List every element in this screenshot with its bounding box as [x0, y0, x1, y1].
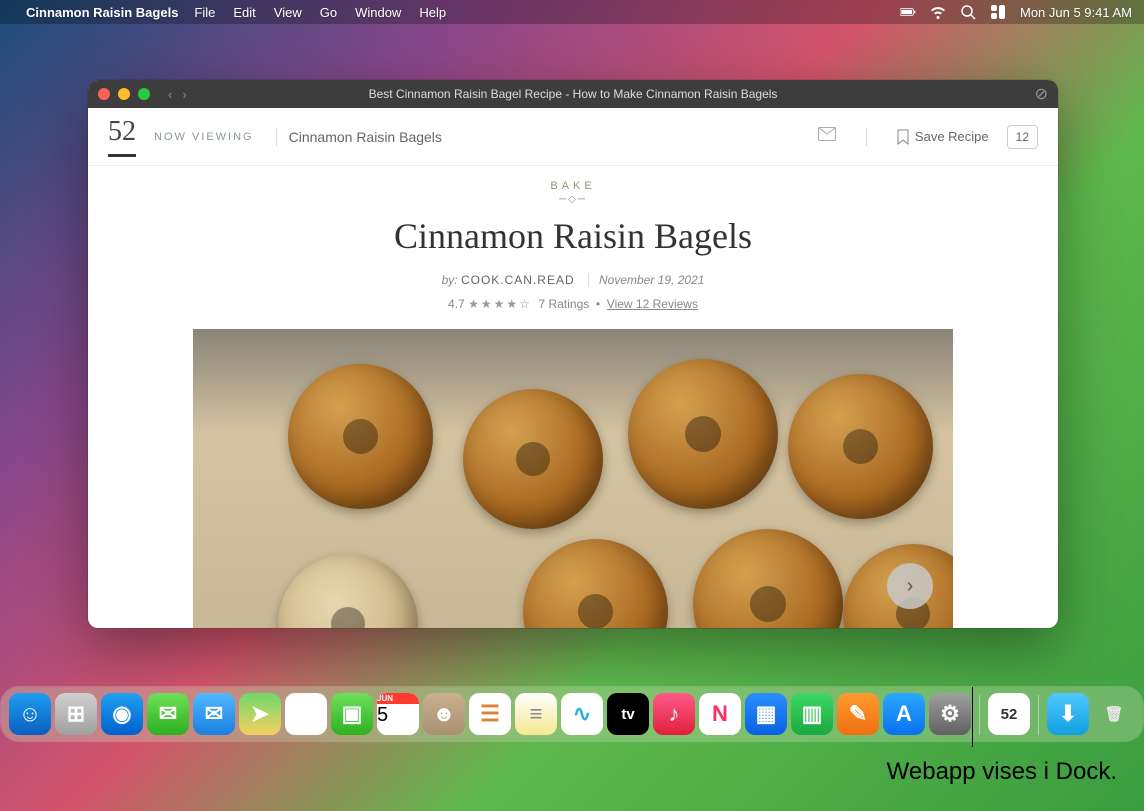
dock-icon-news[interactable]: N: [699, 693, 741, 735]
app-window: ‹ › Best Cinnamon Raisin Bagel Recipe - …: [88, 80, 1058, 628]
menu-help[interactable]: Help: [419, 5, 446, 20]
recipe-title: Cinnamon Raisin Bagels: [88, 215, 1058, 257]
dock-icon-settings[interactable]: ⚙: [929, 693, 971, 735]
dock-icon-downloads[interactable]: ⬇: [1047, 693, 1089, 735]
dock-icon-contacts[interactable]: ☻: [423, 693, 465, 735]
dock-icon-safari[interactable]: ◉: [101, 693, 143, 735]
view-reviews-link[interactable]: View 12 Reviews: [607, 297, 698, 311]
by-label: by:: [442, 273, 458, 287]
callout-line: [972, 687, 973, 747]
prohibit-icon[interactable]: ⊘: [1035, 84, 1048, 104]
menu-go[interactable]: Go: [320, 5, 337, 20]
dock-icon-keynote[interactable]: ▦: [745, 693, 787, 735]
stars-icon: ★★★★☆: [468, 297, 532, 311]
dock-icon-facetime[interactable]: ▣: [331, 693, 373, 735]
traffic-lights: [98, 88, 150, 100]
dock-separator: [1038, 695, 1039, 735]
dock-icon-music[interactable]: ♪: [653, 693, 695, 735]
close-button[interactable]: [98, 88, 110, 100]
divider: [866, 128, 867, 146]
recipe-content: BAKE ─◇─ Cinnamon Raisin Bagels by: COOK…: [88, 166, 1058, 628]
dock-icon-mail[interactable]: ✉: [193, 693, 235, 735]
control-center-icon[interactable]: [990, 4, 1006, 20]
menu-window[interactable]: Window: [355, 5, 401, 20]
site-logo[interactable]: 52: [108, 116, 136, 157]
dock-icon-numbers[interactable]: ▥: [791, 693, 833, 735]
publish-date: November 19, 2021: [588, 273, 704, 287]
dock-icon-reminders[interactable]: ☰: [469, 693, 511, 735]
mail-icon[interactable]: [818, 127, 836, 146]
dock-icon-calendar[interactable]: JUN5: [377, 693, 419, 735]
comment-count-badge[interactable]: 12: [1007, 125, 1038, 149]
dock-icon-launchpad[interactable]: ⊞: [55, 693, 97, 735]
dock-icon-trash[interactable]: 🗑: [1093, 693, 1135, 735]
rating-row: 4.7 ★★★★☆ 7 Ratings • View 12 Reviews: [88, 297, 1058, 311]
breadcrumb-recipe: Cinnamon Raisin Bagels: [289, 129, 442, 145]
byline: by: COOK.CAN.READ November 19, 2021: [88, 273, 1058, 287]
divider: [276, 128, 277, 146]
bullet: •: [596, 297, 600, 311]
dock-icon-tv[interactable]: tv: [607, 693, 649, 735]
recipe-hero-image: ›: [193, 329, 953, 628]
dock-icon-finder[interactable]: ☺: [9, 693, 51, 735]
author-name[interactable]: COOK.CAN.READ: [461, 273, 575, 287]
dock-icon-pages[interactable]: ✎: [837, 693, 879, 735]
wifi-icon[interactable]: [930, 4, 946, 20]
save-recipe-label: Save Recipe: [915, 129, 989, 144]
dock-icon-messages[interactable]: ✉: [147, 693, 189, 735]
category-label: BAKE: [88, 180, 1058, 192]
now-viewing-label: NOW VIEWING: [154, 131, 254, 143]
nav-back-icon[interactable]: ‹: [168, 87, 172, 102]
dock-icon-photos[interactable]: ✿: [285, 693, 327, 735]
ornament-icon: ─◇─: [88, 194, 1058, 205]
dock-icon-freeform[interactable]: ∿: [561, 693, 603, 735]
dock-icon-notes[interactable]: ≡: [515, 693, 557, 735]
dock-icon-maps[interactable]: ➤: [239, 693, 281, 735]
app-name[interactable]: Cinnamon Raisin Bagels: [26, 5, 178, 20]
titlebar: ‹ › Best Cinnamon Raisin Bagel Recipe - …: [88, 80, 1058, 108]
dock-icon-appstore[interactable]: A: [883, 693, 925, 735]
menubar-clock[interactable]: Mon Jun 5 9:41 AM: [1020, 5, 1132, 20]
window-title: Best Cinnamon Raisin Bagel Recipe - How …: [369, 87, 778, 101]
nav-forward-icon[interactable]: ›: [182, 87, 186, 102]
menu-edit[interactable]: Edit: [233, 5, 255, 20]
menu-file[interactable]: File: [194, 5, 215, 20]
spotlight-icon[interactable]: [960, 4, 976, 20]
ratings-count: 7 Ratings: [539, 297, 590, 311]
dock-separator: [979, 695, 980, 735]
menubar: Cinnamon Raisin Bagels File Edit View Go…: [0, 0, 1144, 24]
dock-icon-webapp-52[interactable]: 52: [988, 693, 1030, 735]
menu-view[interactable]: View: [274, 5, 302, 20]
callout-text: Webapp vises i Dock.: [667, 758, 1117, 786]
rating-value: 4.7: [448, 297, 465, 311]
bookmark-icon: [897, 129, 909, 145]
zoom-button[interactable]: [138, 88, 150, 100]
battery-icon[interactable]: [900, 4, 916, 20]
minimize-button[interactable]: [118, 88, 130, 100]
save-recipe-button[interactable]: Save Recipe: [897, 129, 989, 145]
recipe-header-bar: 52 NOW VIEWING Cinnamon Raisin Bagels Sa…: [88, 108, 1058, 166]
next-image-button[interactable]: ›: [887, 563, 933, 609]
